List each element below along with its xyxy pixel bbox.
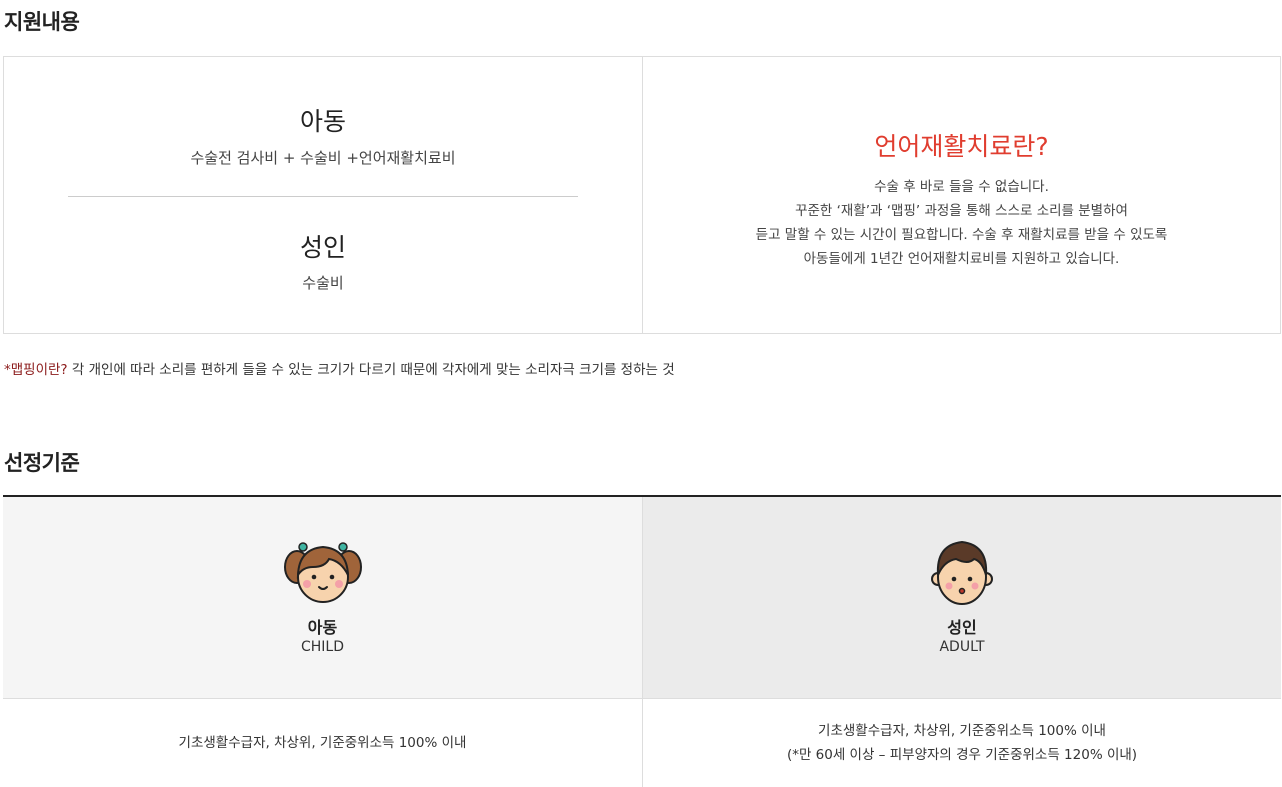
criteria-header-row: 아동 CHILD 성인 ADULT	[3, 497, 1281, 699]
speech-therapy-title: 언어재활치료란?	[874, 132, 1049, 161]
mapping-note-key: *맵핑이란?	[4, 362, 68, 378]
speech-line: 수술 후 바로 들을 수 없습니다.	[874, 179, 1049, 195]
support-box: 아동 수술전 검사비 + 수술비 +언어재활치료비 성인 수술비 언어재활치료란…	[3, 56, 1281, 334]
boy-avatar-icon	[931, 540, 993, 605]
mapping-note: *맵핑이란? 각 개인에 따라 소리를 편하게 들을 수 있는 크기가 다르기 …	[4, 358, 675, 378]
speech-therapy-panel: 언어재활치료란? 수술 후 바로 들을 수 없습니다. 꾸준한 ‘재활’과 ‘맵…	[643, 57, 1280, 333]
support-section-title: 지원내용	[4, 10, 80, 34]
mapping-note-text: 각 개인에 따라 소리를 편하게 들을 수 있는 크기가 다르기 때문에 각자에…	[67, 362, 675, 378]
criteria-adult-header: 성인 ADULT	[643, 497, 1281, 698]
speech-line: 듣고 말할 수 있는 시간이 필요합니다. 수술 후 재활치료를 받을 수 있도…	[755, 227, 1168, 243]
adult-label-ko: 성인	[947, 618, 977, 637]
divider	[68, 196, 578, 197]
criteria-child-header: 아동 CHILD	[3, 497, 643, 698]
criteria-table: 아동 CHILD 성인 ADULT 기초생활수급자, 차상위, 기준중위소득 1…	[3, 495, 1281, 787]
adult-criteria-line: 기초생활수급자, 차상위, 기준중위소득 100% 이내	[818, 723, 1106, 739]
criteria-section-title: 선정기준	[4, 451, 80, 475]
speech-therapy-desc: 수술 후 바로 들을 수 없습니다. 꾸준한 ‘재활’과 ‘맵핑’ 과정을 통해…	[643, 175, 1280, 271]
child-criteria-cell: 기초생활수급자, 차상위, 기준중위소득 100% 이내	[3, 699, 643, 787]
adult-label-en: ADULT	[939, 639, 985, 655]
adult-criteria-line: (*만 60세 이상 – 피부양자의 경우 기준중위소득 120% 이내)	[786, 747, 1138, 763]
girl-avatar-icon	[283, 542, 362, 603]
child-label-en: CHILD	[300, 639, 344, 655]
child-criteria-line: 기초생활수급자, 차상위, 기준중위소득 100% 이내	[178, 735, 467, 751]
support-left-panel: 아동 수술전 검사비 + 수술비 +언어재활치료비 성인 수술비	[4, 57, 643, 333]
criteria-body-row: 기초생활수급자, 차상위, 기준중위소득 100% 이내 기초생활수급자, 차상…	[3, 699, 1281, 787]
adult-criteria-cell: 기초생활수급자, 차상위, 기준중위소득 100% 이내 (*만 60세 이상 …	[643, 699, 1281, 787]
adult-support-label: 성인	[299, 233, 346, 262]
speech-line: 꾸준한 ‘재활’과 ‘맵핑’ 과정을 통해 스스로 소리를 분별하여	[795, 203, 1128, 219]
child-support-desc: 수술전 검사비 + 수술비 +언어재활치료비	[190, 149, 456, 167]
speech-line: 아동들에게 1년간 언어재활치료비를 지원하고 있습니다.	[803, 251, 1120, 267]
adult-support-desc: 수술비	[302, 274, 344, 292]
child-label-ko: 아동	[307, 618, 338, 637]
child-support-label: 아동	[299, 107, 346, 136]
